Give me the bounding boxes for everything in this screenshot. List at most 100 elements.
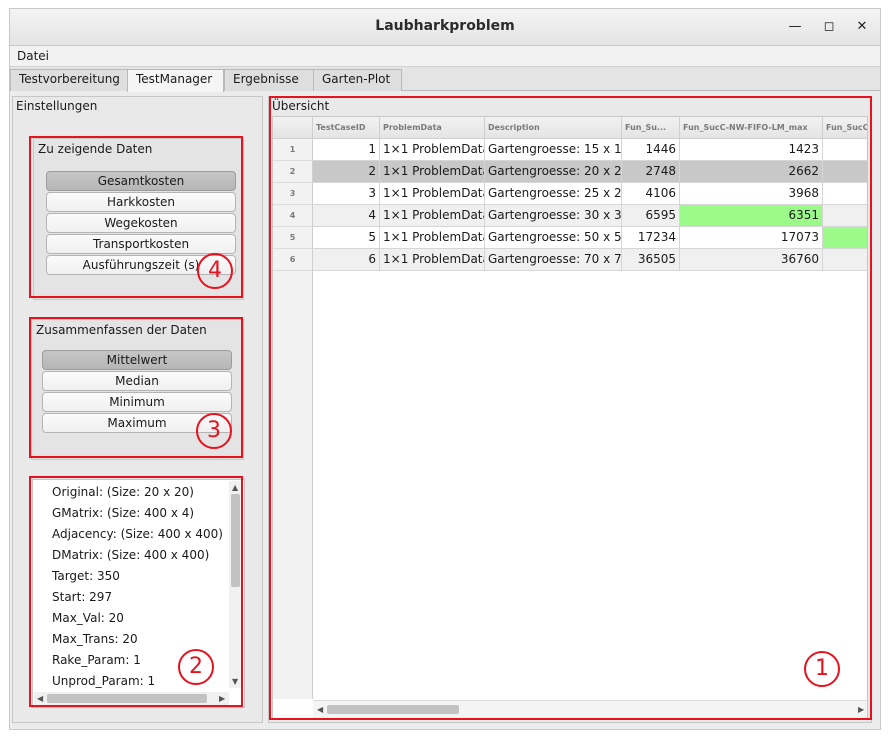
column-header[interactable]: Fun_SucC-NW-FIFO-LM_max [680, 117, 823, 139]
menu-bar: Datei [10, 46, 880, 67]
table-cell[interactable]: Gartengroesse: 70 x 70 [485, 249, 622, 271]
table-cell[interactable]: 1446 [622, 139, 680, 161]
tab-testvorbereitung[interactable]: Testvorbereitung [10, 69, 128, 91]
column-header[interactable]: ProblemData [380, 117, 485, 139]
table-cell[interactable]: 3 [313, 183, 380, 205]
table-cell-best[interactable]: 6351 [680, 205, 823, 227]
table-cell[interactable]: 1×1 ProblemData [380, 183, 485, 205]
table-cell[interactable]: Gartengroesse: 25 x 25 [485, 183, 622, 205]
minimize-icon[interactable]: — [786, 18, 804, 36]
option-minimum[interactable]: Minimum [42, 392, 232, 412]
corner-header[interactable] [273, 117, 313, 139]
row-number[interactable]: 6 [273, 249, 313, 271]
scroll-left-icon[interactable]: ◀ [37, 694, 43, 704]
table-cell[interactable]: Gartengroesse: 30 x 30 [485, 205, 622, 227]
option-transportkosten[interactable]: Transportkosten [46, 234, 236, 254]
info-line: DMatrix: (Size: 400 x 400) [52, 548, 210, 562]
info-horizontal-scroll-thumb[interactable] [47, 694, 207, 703]
column-header[interactable]: Description [485, 117, 622, 139]
table-cell-best[interactable] [823, 227, 867, 249]
tab-bar: Testvorbereitung TestManager Ergebnisse … [10, 67, 880, 92]
table-cell[interactable]: 17073 [680, 227, 823, 249]
option-median[interactable]: Median [42, 371, 232, 391]
scroll-right-icon[interactable]: ▶ [858, 705, 864, 715]
table-cell[interactable]: 5 [313, 227, 380, 249]
table-cell[interactable]: 4106 [622, 183, 680, 205]
tab-testmanager[interactable]: TestManager [127, 69, 224, 92]
title-bar[interactable]: Laubharkproblem — ◻ ✕ [10, 9, 880, 46]
table-cell[interactable]: Gartengroesse: 50 x 50 [485, 227, 622, 249]
tab-garten-plot[interactable]: Garten-Plot [313, 69, 402, 91]
option-harkkosten[interactable]: Harkkosten [46, 192, 236, 212]
table-cell[interactable] [823, 161, 867, 183]
option-mittelwert[interactable]: Mittelwert [42, 350, 232, 370]
table-cell[interactable]: Gartengroesse: 20 x 20 [485, 161, 622, 183]
menu-datei[interactable]: Datei [17, 49, 49, 63]
info-vertical-scroll-thumb[interactable] [231, 494, 240, 587]
info-line: Adjacency: (Size: 400 x 400) [52, 527, 223, 541]
table-cell[interactable]: 6595 [622, 205, 680, 227]
column-header[interactable]: Fun_Su... [622, 117, 680, 139]
table-cell[interactable] [823, 205, 867, 227]
info-vertical-scrollbar[interactable]: ▲ ▼ [229, 481, 242, 688]
table-cell[interactable]: 1×1 ProblemData [380, 227, 485, 249]
row-header-column [273, 271, 313, 699]
table-cell[interactable]: 1 [313, 139, 380, 161]
option-wegekosten[interactable]: Wegekosten [46, 213, 236, 233]
results-table[interactable]: TestCaseID ProblemData Description Fun_S… [272, 116, 868, 719]
row-number[interactable]: 4 [273, 205, 313, 227]
table-cell[interactable]: Gartengroesse: 15 x 15 [485, 139, 622, 161]
row-number[interactable]: 5 [273, 227, 313, 249]
table-cell[interactable] [823, 183, 867, 205]
info-horizontal-scrollbar[interactable]: ◀ ▶ [34, 692, 229, 705]
problem-info-list[interactable]: Original: (Size: 20 x 20) GMatrix: (Size… [32, 479, 245, 708]
close-icon[interactable]: ✕ [853, 18, 871, 36]
scroll-right-icon[interactable]: ▶ [219, 694, 225, 704]
annotation-badge-4: 4 [197, 253, 233, 289]
table-cell[interactable]: 3968 [680, 183, 823, 205]
data-selection-title: Zu zeigende Daten [38, 142, 153, 156]
table-cell[interactable]: 6 [313, 249, 380, 271]
option-gesamtkosten[interactable]: Gesamtkosten [46, 171, 236, 191]
info-line: Original: (Size: 20 x 20) [52, 485, 194, 499]
maximize-icon[interactable]: ◻ [820, 18, 838, 36]
table-cell[interactable]: 1423 [680, 139, 823, 161]
info-line: Rake_Param: 1 [52, 653, 141, 667]
settings-panel: Einstellungen Zu zeigende Daten Gesamtko… [12, 96, 263, 723]
table-cell[interactable]: 36505 [622, 249, 680, 271]
column-header[interactable]: Fun_SucC [823, 117, 867, 139]
table-cell[interactable] [823, 139, 867, 161]
overview-panel: Übersicht TestCaseID ProblemData Descrip… [268, 96, 872, 723]
settings-panel-title: Einstellungen [16, 99, 98, 113]
table-horizontal-scroll-thumb[interactable] [327, 705, 459, 714]
table-cell[interactable]: 1×1 ProblemData [380, 139, 485, 161]
table-cell[interactable]: 1×1 ProblemData [380, 161, 485, 183]
info-line: Max_Val: 20 [52, 611, 124, 625]
table-horizontal-scrollbar[interactable]: ◀ ▶ [313, 700, 867, 718]
table-cell[interactable]: 4 [313, 205, 380, 227]
annotation-badge-1: 1 [804, 651, 840, 687]
row-number[interactable]: 2 [273, 161, 313, 183]
table-cell[interactable]: 17234 [622, 227, 680, 249]
annotation-badge-3: 3 [196, 413, 232, 449]
table-cell[interactable]: 2748 [622, 161, 680, 183]
info-line: Target: 350 [52, 569, 120, 583]
table-cell[interactable]: 1×1 ProblemData [380, 249, 485, 271]
info-line: Max_Trans: 20 [52, 632, 138, 646]
table-cell[interactable]: 36760 [680, 249, 823, 271]
tab-ergebnisse[interactable]: Ergebnisse [224, 69, 314, 91]
column-header[interactable]: TestCaseID [313, 117, 380, 139]
scroll-left-icon[interactable]: ◀ [317, 705, 323, 715]
scroll-up-icon[interactable]: ▲ [232, 483, 238, 493]
app-window: Laubharkproblem — ◻ ✕ Datei Testvorberei… [9, 8, 881, 730]
window-title: Laubharkproblem [375, 18, 515, 34]
scroll-down-icon[interactable]: ▼ [232, 677, 238, 687]
overview-panel-title: Übersicht [272, 99, 330, 113]
table-cell[interactable]: 2662 [680, 161, 823, 183]
row-number[interactable]: 1 [273, 139, 313, 161]
row-number[interactable]: 3 [273, 183, 313, 205]
table-cell[interactable]: 1×1 ProblemData [380, 205, 485, 227]
table-cell[interactable]: 2 [313, 161, 380, 183]
table-cell[interactable] [823, 249, 867, 271]
info-line: Start: 297 [52, 590, 113, 604]
